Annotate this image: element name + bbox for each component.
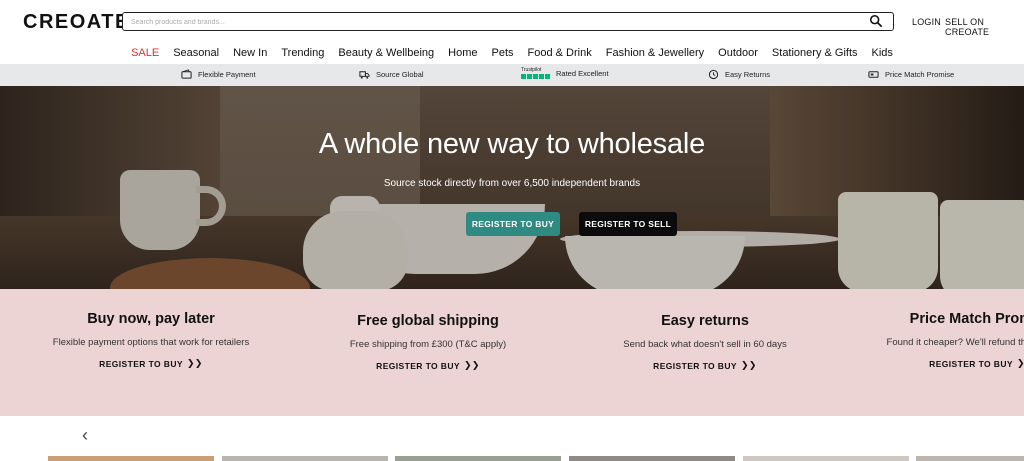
features-section: Buy now, pay later Flexible payment opti… (0, 289, 1024, 416)
hero-subtitle: Source stock directly from over 6,500 in… (383, 178, 641, 189)
benefit-label: Price Match Promise (885, 70, 955, 79)
nav-item-pets[interactable]: Pets (485, 44, 521, 64)
nav-item-sale[interactable]: SALE (124, 44, 166, 64)
product-thumbnail[interactable] (395, 456, 561, 461)
feature-price-match: Price Match Promise Found it cheaper? We… (866, 311, 1024, 372)
register-to-sell-button[interactable]: REGISTER TO SELL (579, 212, 677, 236)
nav-item-food-drink[interactable]: Food & Drink (521, 44, 599, 64)
search-icon[interactable] (869, 14, 883, 28)
nav-item-outdoor[interactable]: Outdoor (711, 44, 765, 64)
wallet-icon (181, 69, 192, 79)
top-header: CREOATE LOGIN SELL ON CREOATE (0, 0, 1024, 44)
feature-title: Free global shipping (357, 313, 499, 329)
feature-description: Free shipping from £300 (T&C apply) (349, 339, 507, 350)
product-thumbnail[interactable] (743, 456, 909, 461)
return-clock-icon (708, 69, 719, 80)
trustpilot-wordmark: Trustpilot (521, 67, 542, 73)
hero-title: A whole new way to wholesale (318, 128, 706, 160)
benefits-strip: Flexible Payment Source Global Trustpilo… (0, 64, 1024, 86)
logo[interactable]: CREOATE (23, 11, 130, 34)
login-link[interactable]: LOGIN (912, 17, 941, 27)
double-chevron-right-icon: ❯❯ (186, 358, 203, 368)
register-to-buy-button[interactable]: REGISTER TO BUY (466, 212, 560, 236)
product-thumbnail[interactable] (916, 456, 1024, 461)
nav-item-new-in[interactable]: New In (226, 44, 274, 64)
double-chevron-right-icon: ❯❯ (463, 360, 480, 370)
benefit-price-match: Price Match Promise (868, 69, 954, 80)
feature-description: Found it cheaper? We'll refund the diffe… (886, 337, 1024, 348)
feature-easy-returns: Easy returns Send back what doesn't sell… (590, 313, 820, 374)
search-bar[interactable] (122, 12, 894, 31)
nav-item-beauty-wellbeing[interactable]: Beauty & Wellbeing (331, 44, 441, 64)
feature-description: Send back what doesn't sell in 60 days (623, 339, 787, 350)
nav-item-stationery-gifts[interactable]: Stationery & Gifts (765, 44, 865, 64)
double-chevron-right-icon: ❯❯ (1017, 358, 1024, 369)
category-nav: SALE Seasonal New In Trending Beauty & W… (0, 44, 1024, 64)
feature-register-link[interactable]: REGISTER TO BUY❯❯ (929, 358, 1024, 369)
benefit-easy-returns: Easy Returns (708, 69, 770, 80)
feature-title: Easy returns (661, 313, 749, 329)
sell-on-creoate-link[interactable]: SELL ON CREOATE (945, 17, 1024, 37)
product-thumbnail[interactable] (569, 456, 735, 461)
nav-item-kids[interactable]: Kids (865, 44, 900, 64)
carousel-prev-chevron-icon[interactable]: ‹ (82, 425, 98, 445)
feature-register-link[interactable]: REGISTER TO BUY❯❯ (653, 360, 757, 371)
double-chevron-right-icon: ❯❯ (740, 360, 757, 370)
feature-free-global-shipping: Free global shipping Free shipping from … (313, 313, 543, 374)
benefit-flexible-payment: Flexible Payment (181, 69, 256, 80)
search-input[interactable] (131, 15, 861, 29)
benefit-label: Easy Returns (725, 70, 771, 79)
nav-item-trending[interactable]: Trending (274, 44, 331, 64)
trustpilot-logo: Trustpilot (521, 68, 550, 79)
benefit-label: Source Global (376, 70, 424, 79)
product-thumbnail[interactable] (48, 456, 214, 461)
feature-title: Price Match Promise (909, 311, 1024, 327)
nav-item-home[interactable]: Home (441, 44, 484, 64)
benefit-source-global: Source Global (359, 69, 424, 80)
nav-item-fashion-jewellery[interactable]: Fashion & Jewellery (599, 44, 711, 64)
benefit-label: Flexible Payment (198, 70, 256, 79)
feature-title: Buy now, pay later (87, 311, 215, 327)
price-tag-icon (868, 71, 879, 78)
feature-register-link[interactable]: REGISTER TO BUY❯❯ (99, 358, 203, 369)
feature-buy-now-pay-later: Buy now, pay later Flexible payment opti… (36, 311, 266, 372)
trustpilot-stars-icon (521, 74, 550, 79)
benefit-label: Rated Excellent (556, 69, 609, 78)
nav-item-seasonal[interactable]: Seasonal (166, 44, 226, 64)
feature-register-link[interactable]: REGISTER TO BUY❯❯ (376, 360, 480, 371)
benefit-trustpilot[interactable]: Trustpilot Rated Excellent (521, 68, 609, 79)
feature-description: Flexible payment options that work for r… (52, 337, 250, 348)
product-thumbnail[interactable] (222, 456, 388, 461)
truck-icon (359, 71, 370, 79)
